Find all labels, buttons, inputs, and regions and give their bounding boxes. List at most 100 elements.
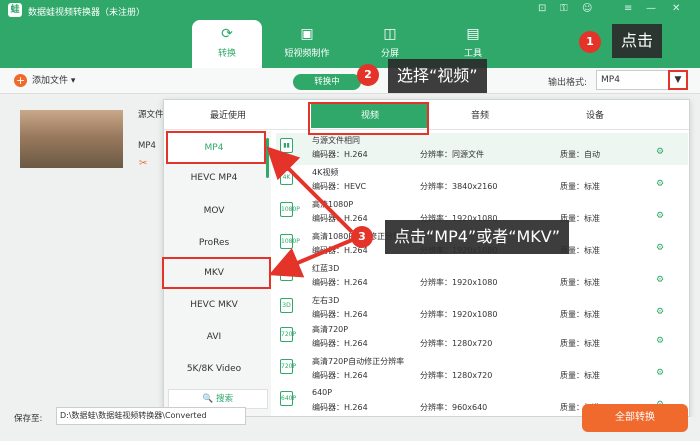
format-item-hevc-mp4[interactable]: HEVC MP4: [164, 163, 264, 193]
tab-audio[interactable]: 音频: [420, 104, 540, 128]
tab-short-video-label: 短视频制作: [284, 49, 330, 59]
preset-row[interactable]: 3D 红蓝3D 编码器：H.264 分辨率：1920x1080 质量：标准 ⚙: [276, 261, 688, 293]
step-callout-3: 点击“MP4”或者“MKV”: [385, 220, 570, 254]
preset-name: 高清720P自动修正分辨率: [312, 357, 405, 366]
preset-encoder: 编码器：H.264: [312, 150, 368, 159]
preset-format-icon: ▮▮: [280, 138, 293, 153]
save-to-label: 保存至:: [14, 414, 43, 424]
file-format-label: MP4: [138, 141, 156, 151]
preset-quality: 质量：自动: [560, 150, 600, 159]
preset-format-icon: 720P: [280, 359, 296, 374]
format-item-avi[interactable]: AVI: [164, 322, 264, 352]
preset-encoder: 编码器：H.264: [312, 403, 368, 412]
gear-icon[interactable]: ⚙: [656, 336, 664, 346]
preset-name: 640P: [312, 388, 333, 397]
format-list-scrollbar[interactable]: [266, 138, 269, 178]
preset-encoder: 编码器：H.264: [312, 339, 368, 348]
preset-format-icon: 720P: [280, 327, 296, 342]
preset-encoder: 编码器：H.264: [312, 214, 368, 223]
preset-row[interactable]: 720P 高清720P自动修正分辨率 编码器：H.264 分辨率：1280x72…: [276, 354, 688, 386]
preset-resolution: 分辨率：1920x1080: [420, 278, 498, 287]
preset-row[interactable]: 4K 4K视频 编码器：HEVC 分辨率：3840x2160 质量：标准 ⚙: [276, 165, 688, 197]
app-logo: 蛙: [8, 3, 22, 17]
add-file-label: 添加文件: [32, 76, 69, 86]
preset-encoder: 编码器：HEVC: [312, 182, 367, 191]
split-icon: ◫: [383, 26, 397, 42]
tab-convert-label: 转换: [217, 49, 236, 59]
gear-icon[interactable]: ⚙: [656, 368, 664, 378]
chevron-down-icon: ▾: [70, 76, 76, 86]
preset-encoder: 编码器：H.264: [312, 371, 368, 380]
preset-format-icon: 1080P: [280, 234, 300, 249]
format-item-5k-8k[interactable]: 5K/8K Video: [164, 354, 264, 384]
preset-quality: 质量：标准: [560, 371, 600, 380]
preset-name: 左右3D: [312, 296, 340, 305]
preset-encoder: 编码器：H.264: [312, 278, 368, 287]
convert-icon: ⟳: [221, 26, 233, 42]
toolbox-icon: ▤: [466, 26, 480, 42]
preset-row[interactable]: 3D 左右3D 编码器：H.264 分辨率：1920x1080 质量：标准 ⚙: [276, 293, 688, 325]
preset-resolution: 分辨率：960x640: [420, 403, 488, 412]
preset-name: 与源文件相同: [312, 136, 360, 145]
preset-quality: 质量：标准: [560, 278, 600, 287]
preset-format-icon: 640P: [280, 391, 296, 406]
step-callout-1: 点击: [612, 24, 663, 58]
highlight-mp4: [166, 131, 266, 164]
processing-toggle[interactable]: 转换中: [293, 74, 361, 90]
convert-all-button[interactable]: 全部转换: [582, 404, 688, 432]
format-item-hevc-mkv[interactable]: HEVC MKV: [164, 290, 264, 320]
preset-row[interactable]: ▮▮ 与源文件相同 编码器：H.264 分辨率：同源文件 质量：自动 ⚙: [276, 133, 688, 165]
menu-icon[interactable]: ≡: [624, 3, 632, 14]
tab-convert[interactable]: ⟳ 转换: [192, 20, 262, 68]
gear-icon[interactable]: ⚙: [656, 211, 664, 221]
minimize-icon[interactable]: —: [646, 3, 656, 14]
gear-icon[interactable]: ⚙: [656, 179, 664, 189]
preset-name: 高清720P: [312, 325, 349, 334]
preset-format-icon: 3D: [280, 266, 293, 281]
source-file-label: 源文件: [138, 110, 164, 120]
effect-icon[interactable]: ✂: [139, 158, 147, 169]
step-badge-3: 3: [351, 226, 373, 248]
gear-icon[interactable]: ⚙: [656, 275, 664, 285]
preset-quality: 质量：标准: [560, 182, 600, 191]
preset-quality: 质量：标准: [560, 339, 600, 348]
tab-short-video[interactable]: ▣ 短视频制作: [272, 20, 342, 68]
plus-icon: +: [14, 74, 27, 87]
close-icon[interactable]: ✕: [672, 3, 680, 14]
tab-split-label: 分屏: [380, 49, 399, 59]
add-file-button[interactable]: + 添加文件 ▾: [14, 73, 75, 87]
preset-format-icon: 1080P: [280, 202, 300, 217]
step-callout-2: 选择“视频”: [388, 59, 487, 93]
save-path-field[interactable]: D:\数据蛙\数据蛙视频转换器\Converted: [56, 407, 246, 425]
step-badge-1: 1: [579, 31, 601, 53]
gear-icon[interactable]: ⚙: [656, 243, 664, 253]
output-format-value: MP4: [601, 75, 620, 85]
preset-resolution: 分辨率：3840x2160: [420, 182, 498, 191]
preset-name: 高清1080P: [312, 200, 354, 209]
video-thumbnail[interactable]: [20, 110, 123, 168]
format-item-prores[interactable]: ProRes: [164, 228, 264, 258]
gear-icon[interactable]: ⚙: [656, 147, 664, 157]
preset-resolution: 分辨率：1280x720: [420, 371, 493, 380]
format-item-mov[interactable]: MOV: [164, 196, 264, 226]
preset-format-icon: 3D: [280, 298, 293, 313]
cart-icon[interactable]: ⊡: [538, 3, 546, 14]
tab-recent[interactable]: 最近使用: [168, 104, 288, 128]
window-title: 数据蛙视频转换器（未注册）: [28, 8, 146, 18]
preset-row[interactable]: 720P 高清720P 编码器：H.264 分辨率：1280x720 质量：标准…: [276, 322, 688, 354]
preset-name: 红蓝3D: [312, 264, 340, 273]
highlight-mkv: [162, 257, 271, 289]
image-icon: ▣: [300, 26, 314, 42]
preset-resolution: 分辨率：1280x720: [420, 339, 493, 348]
key-icon[interactable]: ⚿: [560, 3, 568, 14]
preset-resolution: 分辨率：1920x1080: [420, 310, 498, 319]
preset-format-icon: 4K: [280, 170, 293, 185]
gear-icon[interactable]: ⚙: [656, 307, 664, 317]
tab-tools-label: 工具: [463, 49, 482, 59]
search-icon: 🔍: [202, 394, 214, 404]
output-format-dropdown-button[interactable]: ▼: [668, 70, 688, 90]
search-label: 搜索: [216, 394, 234, 404]
user-icon[interactable]: ☺: [582, 3, 592, 14]
tab-device[interactable]: 设备: [535, 104, 655, 128]
format-search-button[interactable]: 🔍 搜索: [168, 389, 268, 409]
